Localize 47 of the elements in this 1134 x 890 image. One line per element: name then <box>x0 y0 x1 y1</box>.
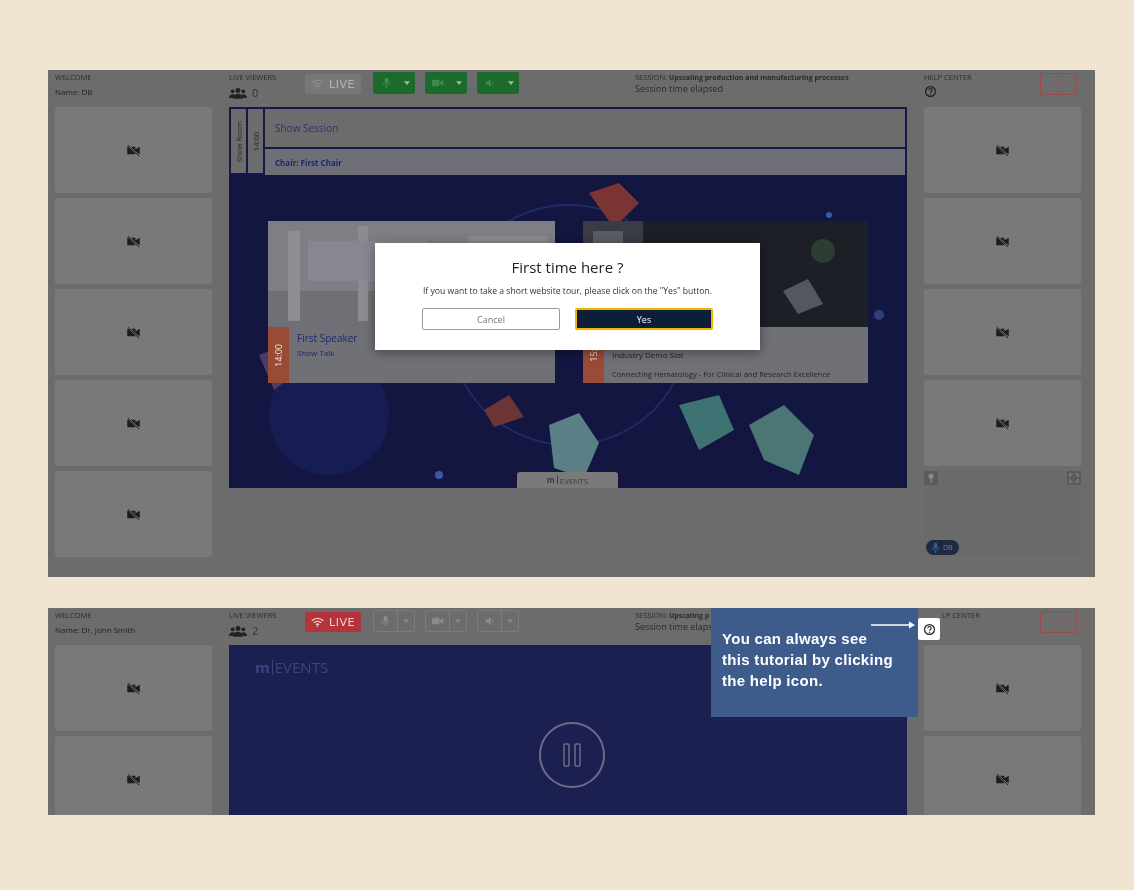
speaker-icon <box>485 78 495 88</box>
camera-off-icon <box>126 507 141 521</box>
speaker-dropdown-button[interactable] <box>477 72 519 94</box>
camera-off-icon <box>126 325 141 339</box>
camera-off-icon <box>126 234 141 248</box>
user-name: Name: DB <box>55 86 94 97</box>
camera-off-icon <box>995 234 1010 248</box>
help-icon[interactable] <box>924 85 936 97</box>
speaker-dropdown-button[interactable] <box>477 610 519 632</box>
camera-icon <box>431 617 444 625</box>
camera-off-icon <box>126 681 141 695</box>
arrow-icon <box>871 620 916 630</box>
caret-icon <box>508 81 514 85</box>
help-button[interactable] <box>918 618 940 640</box>
users-icon <box>229 624 247 637</box>
exit-button[interactable] <box>1040 611 1077 633</box>
wifi-icon <box>311 617 325 627</box>
mic-dropdown-button[interactable] <box>373 610 415 632</box>
pin-icon[interactable] <box>924 471 938 485</box>
microphone-icon <box>381 77 391 89</box>
exit-icon <box>1053 79 1064 89</box>
fullscreen-icon[interactable] <box>1067 471 1081 485</box>
mic-dropdown-button[interactable] <box>373 72 415 94</box>
camera-dropdown-button[interactable] <box>425 610 467 632</box>
camera-off-icon <box>995 143 1010 157</box>
camera-off-icon <box>126 772 141 786</box>
caret-icon <box>404 81 410 85</box>
exit-icon <box>1053 617 1064 627</box>
camera-icon <box>432 79 444 87</box>
camera-off-icon <box>995 681 1010 695</box>
exit-button[interactable] <box>1040 73 1077 95</box>
chair-name: Chair: First Chair <box>265 149 905 175</box>
tooltip: You can always see this tutorial by clicking the help icon. <box>711 608 918 717</box>
microphone-icon <box>381 615 390 627</box>
users-icon <box>229 86 247 99</box>
help-icon <box>923 623 935 635</box>
microphone-icon <box>931 541 940 554</box>
camera-off-icon <box>995 416 1010 430</box>
camera-off-icon <box>126 416 141 430</box>
speaker-icon <box>484 616 495 626</box>
pause-icon[interactable] <box>538 721 606 789</box>
camera-dropdown-button[interactable] <box>425 72 467 94</box>
live-button[interactable]: LIVE <box>305 612 361 632</box>
caret-icon <box>456 81 462 85</box>
camera-off-icon <box>995 772 1010 786</box>
camera-off-icon <box>126 143 141 157</box>
camera-off-icon <box>995 325 1010 339</box>
